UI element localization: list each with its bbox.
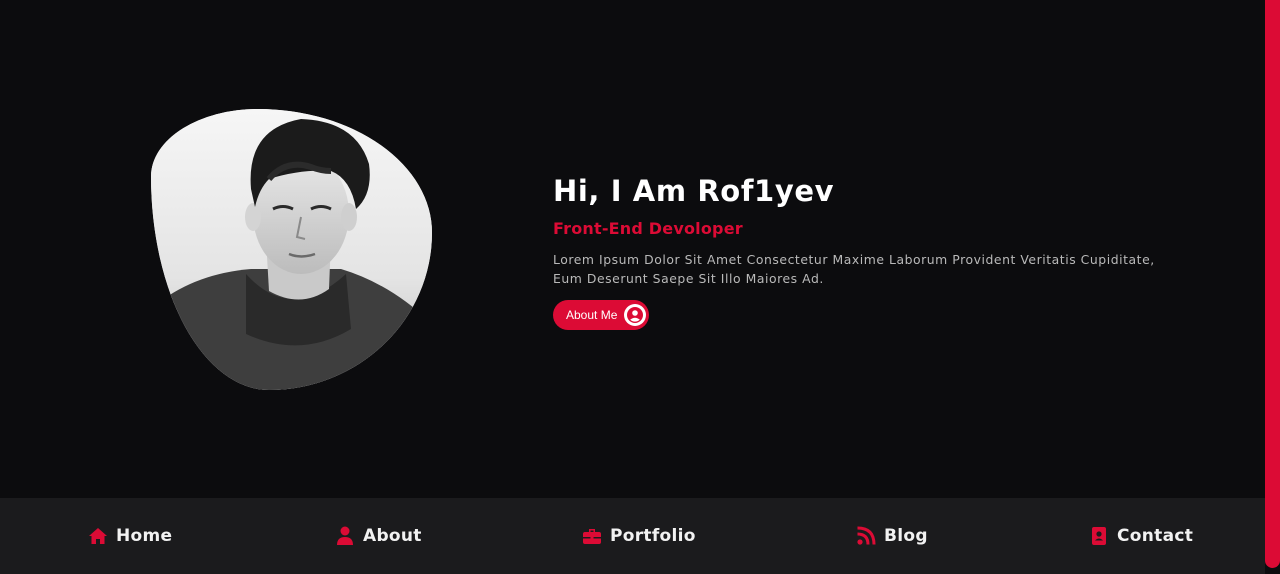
hero-intro: Hi, I Am Rof1yev Front-End Devoloper Lor… — [553, 168, 1193, 330]
nav-item-blog[interactable]: Blog — [856, 498, 928, 574]
bottom-nav: Home About Portfolio Blog Contact — [0, 498, 1265, 574]
about-me-button-label: About Me — [566, 308, 618, 322]
portfolio-page: Hi, I Am Rof1yev Front-End Devoloper Lor… — [0, 0, 1280, 574]
user-circle-icon — [624, 304, 647, 326]
hero-greeting: Hi, I Am Rof1yev — [553, 174, 835, 208]
contact-card-icon — [1089, 526, 1109, 546]
nav-item-label: Portfolio — [610, 526, 696, 546]
home-icon — [88, 526, 108, 546]
user-icon — [335, 526, 355, 546]
nav-item-label: Blog — [884, 526, 928, 546]
nav-item-portfolio[interactable]: Portfolio — [582, 498, 696, 574]
profile-photo — [151, 109, 432, 390]
hero-description: Lorem Ipsum Dolor Sit Amet Consectetur M… — [553, 252, 1155, 286]
nav-item-about[interactable]: About — [335, 498, 422, 574]
scrollbar-thumb[interactable] — [1265, 0, 1280, 568]
scrollbar-track[interactable] — [1265, 0, 1280, 574]
briefcase-icon — [582, 526, 602, 546]
nav-item-label: Home — [116, 526, 173, 546]
about-me-button[interactable]: About Me — [553, 300, 650, 330]
nav-item-home[interactable]: Home — [88, 498, 172, 574]
nav-item-label: Contact — [1117, 526, 1194, 546]
nav-item-label: About — [363, 526, 422, 546]
hero-role: Front-End Devoloper — [553, 219, 743, 238]
blog-feed-icon — [856, 526, 876, 546]
nav-item-contact[interactable]: Contact — [1089, 498, 1193, 574]
